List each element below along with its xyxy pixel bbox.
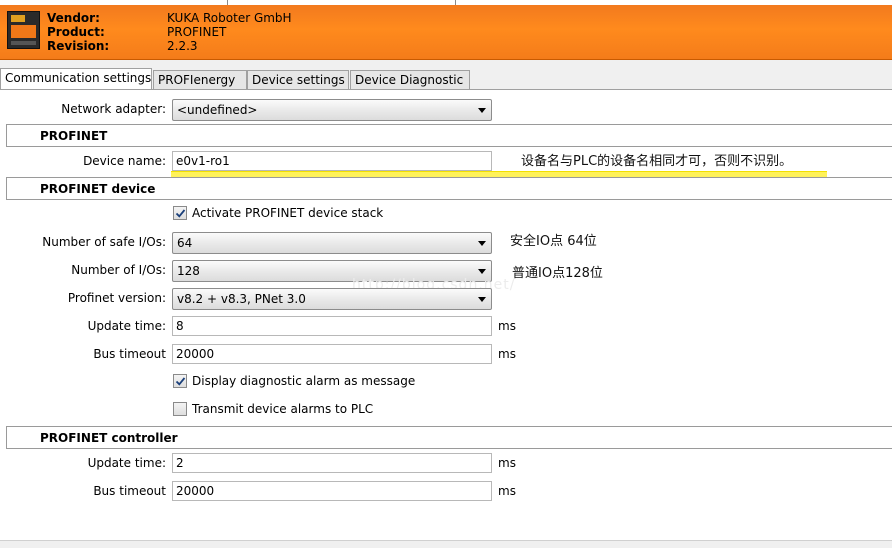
display-diagnostic-alarm-label: Display diagnostic alarm as message [192,374,416,388]
safe-io-label: Number of safe I/Os: [42,235,166,249]
device-bus-timeout-label: Bus timeout [93,347,166,361]
revision-label: Revision: [47,39,110,53]
chevron-down-icon [478,269,486,274]
device-name-label: Device name: [83,154,166,168]
io-count-note: 普通IO点128位 [512,266,603,281]
profinet-version-value: v8.2 + v8.3, PNet 3.0 [177,292,306,306]
network-adapter-value: <undefined> [177,103,258,117]
chevron-down-icon [478,108,486,113]
chevron-down-icon [478,297,486,302]
safe-io-select[interactable]: 64 [172,232,492,254]
checkmark-icon [175,377,186,386]
tab-profienergy[interactable]: PROFIenergy [153,70,247,89]
controller-update-time-label: Update time: [87,456,166,470]
controller-bus-timeout-unit: ms [498,484,516,498]
network-adapter-label: Network adapter: [61,102,166,116]
section-profinet-title: PROFINET [40,129,108,143]
tab-device-settings[interactable]: Device settings [247,70,349,89]
profinet-version-label: Profinet version: [67,291,166,305]
checkmark-icon [175,209,186,218]
controller-bus-timeout-label: Bus timeout [93,484,166,498]
io-count-label: Number of I/Os: [71,263,166,277]
activate-device-stack-checkbox[interactable] [173,206,187,220]
device-update-time-unit: ms [498,319,516,333]
section-profinet-controller: PROFINET controller [6,426,892,449]
device-name-input[interactable]: e0v1-ro1 [172,151,492,171]
kuka-device-icon [7,11,40,49]
device-name-note: 设备名与PLC的设备名相同才可，否则不识别。 [521,154,793,169]
section-profinet-device-title: PROFINET device [40,182,156,196]
settings-tabs: Communication settings PROFIenergy Devic… [0,68,892,90]
revision-value: 2.2.3 [167,39,198,53]
network-adapter-select[interactable]: <undefined> [172,99,492,121]
tab-device-diagnostic[interactable]: Device Diagnostic [350,70,470,89]
io-count-value: 128 [177,264,200,278]
vendor-label: Vendor: [47,11,100,25]
display-diagnostic-alarm-checkbox[interactable] [173,374,187,388]
controller-update-time-unit: ms [498,456,516,470]
device-header: Vendor: KUKA Roboter GmbH Product: PROFI… [0,5,892,60]
section-profinet-controller-title: PROFINET controller [40,431,178,445]
tab-communication-settings[interactable]: Communication settings [0,68,152,90]
transmit-device-alarms-label: Transmit device alarms to PLC [192,402,374,416]
device-bus-timeout-unit: ms [498,347,516,361]
product-value: PROFINET [167,25,227,39]
section-profinet-device: PROFINET device [6,177,892,200]
device-update-time-input[interactable]: 8 [172,316,492,336]
device-bus-timeout-input[interactable]: 20000 [172,344,492,364]
activate-device-stack-label: Activate PROFINET device stack [192,206,384,220]
controller-bus-timeout-input[interactable]: 20000 [172,481,492,501]
product-label: Product: [47,25,105,39]
device-update-time-label: Update time: [87,319,166,333]
controller-update-time-input[interactable]: 2 [172,453,492,473]
transmit-device-alarms-checkbox[interactable] [173,402,187,416]
section-profinet: PROFINET [6,124,892,147]
chevron-down-icon [478,241,486,246]
safe-io-note: 安全IO点 64位 [510,234,597,249]
vendor-value: KUKA Roboter GmbH [167,11,292,25]
profinet-version-select[interactable]: v8.2 + v8.3, PNet 3.0 [172,288,492,310]
safe-io-value: 64 [177,236,193,250]
